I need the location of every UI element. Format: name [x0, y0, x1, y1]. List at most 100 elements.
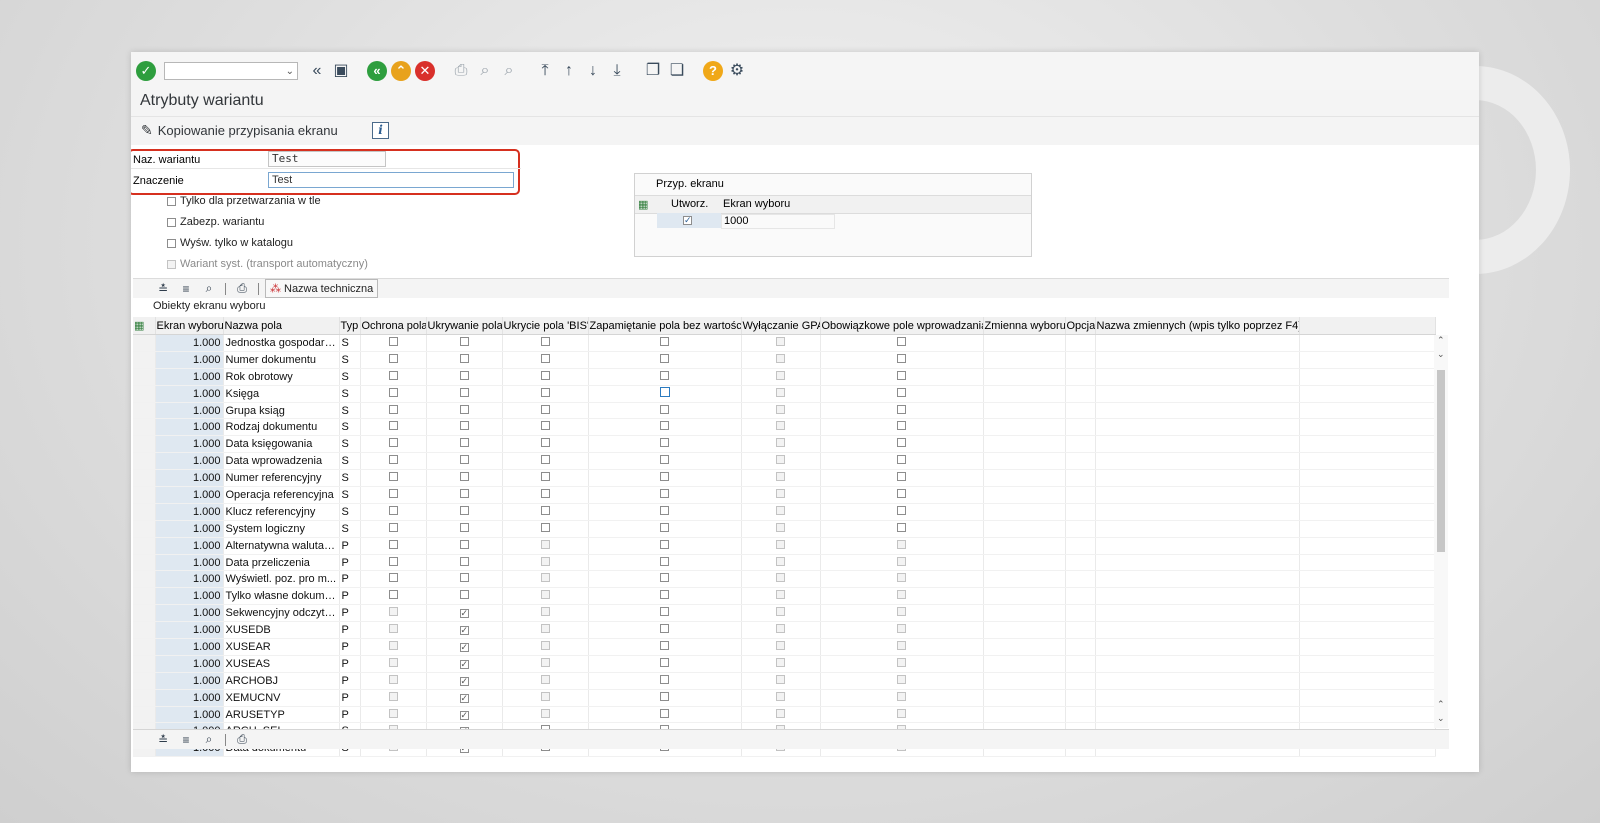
col-variable-name[interactable]: Nazwa zmiennych (wpis tylko poprzez F4): [1095, 317, 1300, 335]
cell-hide-bis[interactable]: [502, 452, 589, 471]
col-disable-gpa[interactable]: Wyłączanie GPA: [741, 317, 821, 335]
checkbox[interactable]: [459, 455, 469, 465]
table-row[interactable]: 1.000 XUSEDB P ✓: [133, 621, 1436, 640]
checkbox[interactable]: [897, 404, 906, 414]
cell-hide-bis[interactable]: [502, 368, 589, 386]
cell-selection-variable[interactable]: [983, 706, 1066, 724]
checkbox[interactable]: [540, 404, 550, 414]
cell-option[interactable]: [1065, 604, 1096, 623]
checkbox[interactable]: [459, 505, 469, 515]
cell-option[interactable]: [1065, 706, 1096, 724]
cell-selection-variable[interactable]: [983, 621, 1066, 640]
checkbox[interactable]: [388, 438, 398, 448]
cell-field-protection[interactable]: [360, 402, 427, 420]
cell-save-without-value[interactable]: [588, 706, 742, 724]
checkbox[interactable]: [660, 336, 669, 346]
checkbox[interactable]: [459, 590, 469, 600]
cell-variable-name[interactable]: [1095, 554, 1300, 572]
cell-hide-field[interactable]: [426, 537, 503, 555]
cell-selection-variable[interactable]: [983, 570, 1066, 589]
cell-field-protection[interactable]: [360, 385, 427, 403]
table-row[interactable]: 1.000 XUSEAR P ✓: [133, 638, 1436, 656]
checkbox[interactable]: [660, 556, 669, 566]
table-row[interactable]: 1.000 XUSEAS P ✓: [133, 655, 1436, 673]
cell-hide-bis[interactable]: [502, 469, 589, 488]
cell-variable-name[interactable]: [1095, 486, 1300, 504]
print-icon[interactable]: ⎙: [451, 61, 471, 81]
cell-hide-field[interactable]: [426, 435, 503, 454]
checkbox[interactable]: [897, 505, 906, 515]
cell-hide-field[interactable]: [426, 452, 503, 471]
cell-option[interactable]: [1065, 638, 1096, 656]
row-selector[interactable]: [133, 689, 156, 707]
shortcut-icon[interactable]: ❏: [667, 61, 687, 81]
cell-selection-variable[interactable]: [983, 435, 1066, 454]
table-row[interactable]: 1.000 ARUSETYP P ✓: [133, 706, 1436, 724]
cell-field-protection[interactable]: [360, 537, 427, 555]
cell-save-without-value[interactable]: [588, 368, 742, 386]
checkbox[interactable]: [660, 404, 669, 414]
vertical-scrollbar[interactable]: ⌃ ⌄ ⌃ ⌄: [1434, 335, 1448, 728]
checkbox[interactable]: [388, 590, 398, 600]
row-selector[interactable]: [133, 418, 156, 437]
checkbox[interactable]: [388, 472, 398, 482]
checkbox[interactable]: [897, 353, 906, 363]
table-row[interactable]: 1.000 Sekwencyjny odczyt p... P ✓: [133, 604, 1436, 623]
cell-option[interactable]: [1065, 435, 1096, 454]
cell-option[interactable]: [1065, 351, 1096, 369]
table-row[interactable]: 1.000 Wyświetl. poz. pro m... P: [133, 570, 1436, 589]
cell-hide-bis[interactable]: [502, 351, 589, 369]
cell-hide-bis[interactable]: [502, 334, 589, 352]
cell-save-without-value[interactable]: [588, 402, 742, 420]
checkbox[interactable]: [459, 336, 469, 346]
checkbox[interactable]: ✓: [459, 676, 469, 686]
checkbox[interactable]: [660, 657, 669, 667]
cell-selection-variable[interactable]: [983, 486, 1066, 504]
row-selector[interactable]: [133, 469, 156, 488]
checkbox[interactable]: ✓: [459, 626, 469, 636]
table-row[interactable]: 1.000 Jednostka gospodarcza S: [133, 334, 1436, 352]
cell-variable-name[interactable]: [1095, 418, 1300, 437]
cell-required-field[interactable]: [820, 385, 984, 403]
cell-option[interactable]: [1065, 334, 1096, 352]
col-hide-field[interactable]: Ukrywanie pola: [426, 317, 503, 335]
cell-selection-variable[interactable]: [983, 351, 1066, 369]
print-icon[interactable]: ⎙: [232, 731, 252, 748]
cell-variable-name[interactable]: [1095, 689, 1300, 707]
checkbox[interactable]: [540, 455, 550, 465]
checkbox[interactable]: [897, 370, 906, 380]
help-icon[interactable]: ?: [703, 61, 723, 81]
settings-icon[interactable]: ⚙: [727, 61, 747, 81]
cell-save-without-value[interactable]: [588, 587, 742, 606]
cell-option[interactable]: [1065, 402, 1096, 420]
cell-selection-variable[interactable]: [983, 655, 1066, 673]
cell-hide-field[interactable]: [426, 503, 503, 521]
cell-selection-variable[interactable]: [983, 385, 1066, 403]
cell-selection-variable[interactable]: [983, 418, 1066, 437]
cell-hide-bis[interactable]: [502, 520, 589, 538]
checkbox[interactable]: [459, 438, 469, 448]
cell-save-without-value[interactable]: [588, 452, 742, 471]
cell-hide-bis[interactable]: [502, 503, 589, 521]
cell-hide-field[interactable]: [426, 368, 503, 386]
checkbox[interactable]: [540, 472, 550, 482]
checkbox[interactable]: [459, 539, 469, 549]
command-field[interactable]: ⌄: [164, 62, 298, 80]
col-required-field[interactable]: Obowiązkowe pole wprowadzania: [820, 317, 984, 335]
checkbox[interactable]: [459, 556, 469, 566]
checkbox[interactable]: [660, 505, 669, 515]
sort-ascending-icon[interactable]: ≛: [153, 280, 173, 297]
table-row[interactable]: 1.000 Alternatywna waluta k... P: [133, 537, 1436, 555]
cell-option[interactable]: [1065, 554, 1096, 572]
checkbox[interactable]: [388, 404, 398, 414]
cell-save-without-value[interactable]: [588, 604, 742, 623]
checkbox[interactable]: [388, 421, 398, 431]
cell-required-field[interactable]: [820, 351, 984, 369]
row-selector[interactable]: [133, 621, 156, 640]
cell-selection-variable[interactable]: [983, 587, 1066, 606]
new-session-icon[interactable]: ❐: [643, 61, 663, 81]
table-row[interactable]: 1.000 Data księgowania S: [133, 435, 1436, 454]
table-row[interactable]: 1.000 Klucz referencyjny S: [133, 503, 1436, 521]
cell-hide-field[interactable]: ✓: [426, 638, 503, 656]
cell-hide-field[interactable]: [426, 486, 503, 504]
